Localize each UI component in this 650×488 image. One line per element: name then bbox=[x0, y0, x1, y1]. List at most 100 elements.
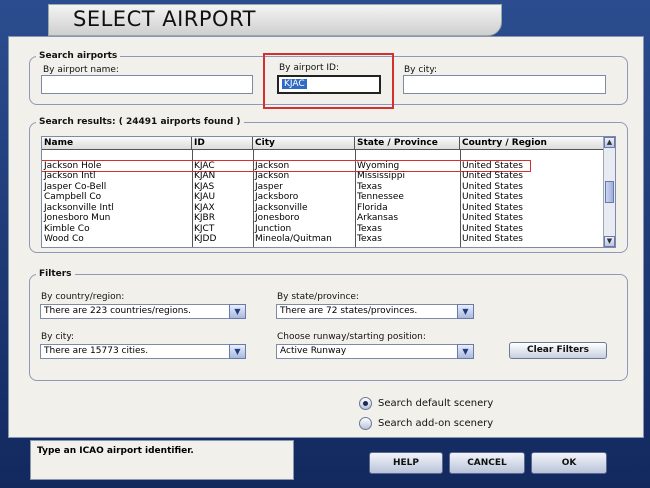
table-cell: KJAS bbox=[194, 181, 215, 192]
ok-button[interactable]: OK bbox=[531, 452, 607, 474]
table-cell: United States bbox=[462, 202, 523, 213]
table-row[interactable]: Jasper Co-Bell KJAS Jasper Texas United Stat… bbox=[42, 181, 615, 193]
table-cell: Tennessee bbox=[357, 192, 404, 202]
table-cell: KJAX bbox=[194, 202, 215, 213]
col-header-id[interactable]: ID bbox=[192, 137, 253, 150]
table-row[interactable]: Jonesboro Mun KJBR Jonesboro Arkansas United… bbox=[42, 213, 615, 224]
runway-value: Active Runway bbox=[280, 346, 347, 356]
table-cell: Florida bbox=[357, 202, 388, 213]
country-filter-value: There are 223 countries/regions. bbox=[44, 306, 191, 316]
state-filter-select[interactable]: There are 72 states/provinces. ▼ bbox=[276, 304, 474, 319]
city-label: By city: bbox=[404, 65, 438, 75]
table-cell: KJAC bbox=[194, 160, 215, 171]
table-cell: Jacksonville bbox=[255, 202, 308, 213]
clear-filters-button[interactable]: Clear Filters bbox=[509, 342, 607, 359]
table-cell: Jonesboro Mun bbox=[44, 213, 111, 223]
addon-scenery-label[interactable]: Search add-on scenery bbox=[378, 418, 493, 429]
search-results-legend: Search results: ( 24491 airports found ) bbox=[39, 117, 241, 127]
table-row[interactable]: Jacksonville Intl KJAX Jacksonville Florida… bbox=[42, 202, 615, 214]
default-scenery-radio[interactable] bbox=[359, 397, 372, 410]
table-cell: Jackson Intl bbox=[44, 171, 96, 181]
table-cell: Mineola/Quitman bbox=[255, 234, 332, 244]
table-row[interactable]: Jackson Intl KJAN Jackson Mississippi United… bbox=[42, 171, 615, 182]
table-cell: Texas bbox=[357, 181, 382, 192]
table-cell: Kimble Co bbox=[44, 223, 90, 234]
table-row[interactable]: Jackson Hole KJAC Jackson Wyoming United Sta… bbox=[42, 159, 531, 172]
scroll-down-icon[interactable]: ▼ bbox=[604, 236, 615, 247]
table-cell: United States bbox=[462, 181, 523, 192]
dialog-content: Search airports By airport name: By airp… bbox=[8, 36, 644, 438]
table-cell: Jackson bbox=[255, 171, 290, 181]
table-cell: Jacksboro bbox=[255, 192, 299, 202]
table-cell: United States bbox=[462, 192, 523, 202]
state-filter-value: There are 72 states/provinces. bbox=[280, 306, 418, 316]
airport-name-label: By airport name: bbox=[43, 65, 119, 75]
table-cell: United States bbox=[462, 160, 523, 171]
table-cell: United States bbox=[462, 171, 523, 181]
table-cell: United States bbox=[462, 223, 523, 234]
filters-legend: Filters bbox=[39, 269, 72, 279]
results-scrollbar[interactable]: ▲ ▼ bbox=[603, 137, 615, 247]
table-cell: United States bbox=[462, 234, 523, 244]
table-row[interactable]: Campbell Co KJAU Jacksboro Tennessee United … bbox=[42, 192, 615, 203]
help-button[interactable]: HELP bbox=[369, 452, 443, 474]
airport-id-input[interactable]: KJAC bbox=[277, 75, 381, 94]
table-cell: Mississippi bbox=[357, 171, 405, 181]
table-cell: Jackson bbox=[255, 160, 290, 171]
state-filter-label: By state/province: bbox=[277, 292, 359, 302]
table-cell: Texas bbox=[357, 223, 382, 234]
city-input[interactable] bbox=[403, 75, 606, 94]
table-cell: Arkansas bbox=[357, 213, 399, 223]
dialog-window: SELECT AIRPORT Search airports By airpor… bbox=[0, 0, 650, 488]
chevron-down-icon[interactable]: ▼ bbox=[229, 344, 246, 359]
country-filter-select[interactable]: There are 223 countries/regions. ▼ bbox=[40, 304, 246, 319]
table-row[interactable]: Wood Co KJDD Mineola/Quitman Texas United St… bbox=[42, 234, 615, 245]
city-filter-select[interactable]: There are 15773 cities. ▼ bbox=[40, 344, 246, 359]
chevron-down-icon[interactable]: ▼ bbox=[457, 344, 474, 359]
table-row[interactable]: Kimble Co KJCT Junction Texas United States bbox=[42, 223, 615, 235]
table-cell: Wyoming bbox=[357, 160, 400, 171]
col-header-city[interactable]: City bbox=[253, 137, 355, 150]
table-cell: Wood Co bbox=[44, 234, 84, 244]
col-header-name[interactable]: Name bbox=[42, 137, 192, 150]
table-cell: KJCT bbox=[194, 223, 215, 234]
chevron-down-icon[interactable]: ▼ bbox=[457, 304, 474, 319]
table-cell: Junction bbox=[255, 223, 292, 234]
table-cell: KJAN bbox=[194, 171, 216, 181]
table-cell: Jacksonville Intl bbox=[44, 202, 114, 213]
country-filter-label: By country/region: bbox=[41, 292, 125, 302]
table-cell: Texas bbox=[357, 234, 382, 244]
city-filter-value: There are 15773 cities. bbox=[44, 346, 149, 356]
title-tab: SELECT AIRPORT bbox=[48, 4, 502, 36]
table-cell: KJDD bbox=[194, 234, 217, 244]
table-cell: KJBR bbox=[194, 213, 215, 223]
table-cell: Jasper bbox=[255, 181, 283, 192]
cancel-button[interactable]: CANCEL bbox=[449, 452, 525, 474]
table-cell: United States bbox=[462, 213, 523, 223]
addon-scenery-radio[interactable] bbox=[359, 417, 372, 430]
airport-id-label: By airport ID: bbox=[279, 63, 340, 73]
table-row[interactable] bbox=[42, 150, 615, 161]
airport-name-input[interactable] bbox=[41, 75, 253, 94]
title-bar: SELECT AIRPORT bbox=[0, 0, 650, 36]
results-table[interactable]: Name ID City State / Province Country / … bbox=[41, 136, 616, 248]
table-cell: Jackson Hole bbox=[44, 160, 102, 171]
col-header-state[interactable]: State / Province bbox=[355, 137, 460, 150]
airport-id-value: KJAC bbox=[282, 79, 307, 89]
search-airports-legend: Search airports bbox=[39, 51, 118, 61]
chevron-down-icon[interactable]: ▼ bbox=[229, 304, 246, 319]
scroll-thumb[interactable] bbox=[605, 181, 614, 203]
runway-select[interactable]: Active Runway ▼ bbox=[276, 344, 474, 359]
runway-label: Choose runway/starting position: bbox=[277, 332, 426, 342]
radio-selected-dot bbox=[363, 401, 368, 406]
scroll-up-icon[interactable]: ▲ bbox=[604, 137, 615, 148]
table-cell: Jonesboro bbox=[255, 213, 300, 223]
default-scenery-label[interactable]: Search default scenery bbox=[378, 398, 493, 409]
status-message: Type an ICAO airport identifier. bbox=[30, 440, 294, 480]
table-cell: KJAU bbox=[194, 192, 216, 202]
col-header-country[interactable]: Country / Region bbox=[460, 137, 604, 150]
table-cell: Campbell Co bbox=[44, 192, 102, 202]
filters-group: Filters bbox=[29, 269, 628, 381]
table-cell: Jasper Co-Bell bbox=[44, 181, 107, 192]
city-filter-label: By city: bbox=[41, 332, 75, 342]
